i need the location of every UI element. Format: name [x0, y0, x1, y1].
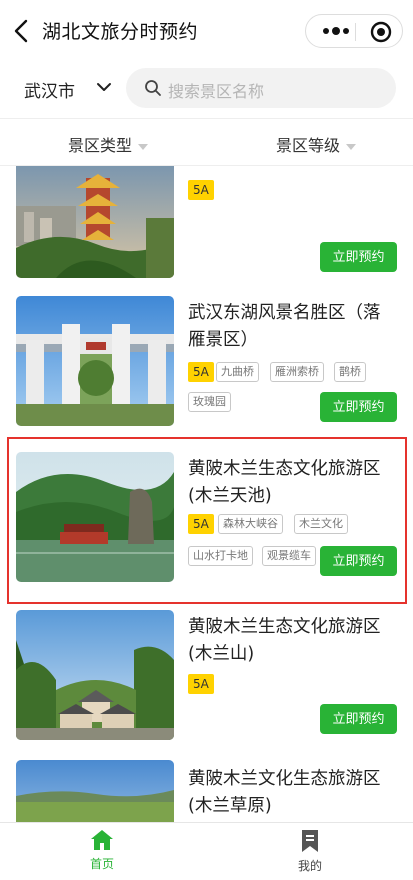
scenic-photo-east-lake-gate [16, 296, 174, 426]
level-badge: 5A [188, 362, 214, 382]
scenic-name: 黄陂木兰生态文化旅游区(木兰天池) [188, 459, 381, 506]
scenic-card[interactable]: 黄陂木兰生态文化旅游区(木兰天池) 5A 森林大峡谷 木兰文化 山水打卡地 观景… [0, 448, 413, 604]
level-badge: 5A [188, 674, 214, 694]
search-input[interactable]: 搜索景区名称 [126, 68, 396, 108]
feature-tag: 观景缆车 [262, 546, 316, 566]
filter-scenic-type-label: 景区类型 [68, 136, 133, 155]
bottom-tab-bar: 首页 我的 [0, 822, 413, 880]
home-icon [91, 830, 113, 850]
tab-home-label: 首页 [89, 857, 114, 871]
tab-home[interactable]: 首页 [62, 829, 142, 872]
tab-mine-label: 我的 [297, 859, 322, 873]
book-now-button[interactable]: 立即预约 [320, 546, 397, 576]
book-now-button[interactable]: 立即预约 [320, 704, 397, 734]
bookmark-icon [302, 830, 318, 852]
filter-scenic-level-label: 景区等级 [276, 136, 341, 155]
filter-scenic-type[interactable]: 景区类型 [68, 132, 149, 156]
scenic-photo-yellow-crane-tower [16, 166, 174, 278]
scenic-list: 5A 立即预约 武汉东湖风景名胜区（落雁景区） 5A 九曲桥 雁洲索桥 鹊桥 玫… [0, 166, 413, 822]
feature-tag: 鹊桥 [334, 362, 366, 382]
chevron-down-icon[interactable] [96, 81, 112, 93]
scenic-name: 武汉东湖风景名胜区（落雁景区） [188, 303, 381, 350]
scenic-photo-mulan-grassland [16, 760, 174, 822]
close-miniprogram-icon[interactable] [370, 21, 392, 43]
book-now-button[interactable]: 立即预约 [320, 392, 397, 422]
feature-tag: 山水打卡地 [188, 546, 253, 566]
caret-down-icon [346, 143, 357, 150]
scenic-card[interactable]: 武汉东湖风景名胜区（落雁景区） 5A 九曲桥 雁洲索桥 鹊桥 玫瑰园 立即预约 [0, 292, 413, 448]
scenic-card[interactable]: 5A 立即预约 [0, 166, 413, 292]
filter-scenic-level[interactable]: 景区等级 [276, 132, 357, 156]
city-selector[interactable]: 武汉市 [24, 77, 75, 102]
tab-mine[interactable]: 我的 [270, 829, 350, 874]
feature-tag: 九曲桥 [216, 362, 259, 382]
back-arrow-icon[interactable] [10, 18, 34, 44]
search-placeholder: 搜索景区名称 [168, 82, 265, 101]
scenic-photo-mulan-lake [16, 452, 174, 582]
level-badge: 5A [188, 180, 214, 200]
level-badge: 5A [188, 514, 214, 534]
feature-tag: 雁洲索桥 [270, 362, 324, 382]
caret-down-icon [138, 143, 149, 150]
feature-tag: 木兰文化 [294, 514, 348, 534]
scenic-photo-mulan-mountain [16, 610, 174, 740]
search-icon [145, 80, 161, 96]
scenic-name: 黄陂木兰文化生态旅游区(木兰草原) [188, 769, 381, 816]
feature-tag: 玫瑰园 [188, 392, 231, 412]
more-icon[interactable] [322, 25, 350, 37]
nav-bar: 湖北文旅分时预约 [0, 0, 413, 62]
page-title: 湖北文旅分时预约 [42, 21, 199, 43]
capsule-divider [355, 23, 356, 41]
scenic-card[interactable]: 黄陂木兰生态文化旅游区(木兰山) 5A 立即预约 [0, 604, 413, 760]
feature-tag: 森林大峡谷 [218, 514, 283, 534]
scenic-card[interactable]: 黄陂木兰文化生态旅游区(木兰草原) [0, 758, 413, 822]
scenic-name: 黄陂木兰生态文化旅游区(木兰山) [188, 617, 381, 664]
miniprogram-capsule [305, 14, 403, 48]
filter-bar: 景区类型 景区等级 [0, 118, 413, 166]
search-bar-row: 武汉市 搜索景区名称 [0, 62, 413, 116]
book-now-button[interactable]: 立即预约 [320, 242, 397, 272]
